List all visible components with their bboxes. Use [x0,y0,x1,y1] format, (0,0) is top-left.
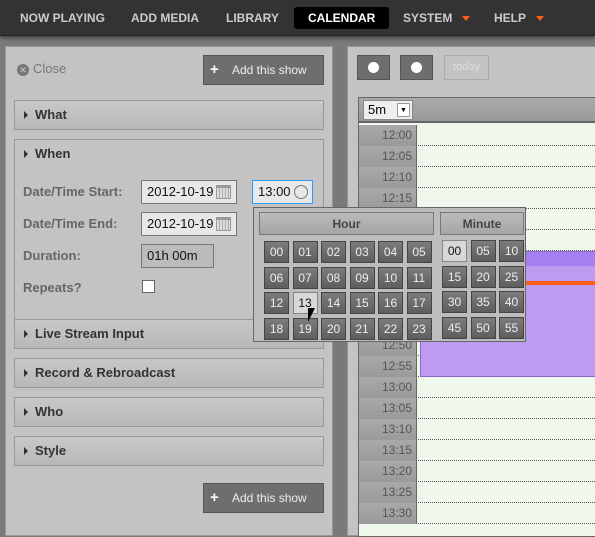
close-button[interactable]: ✕ Close [17,61,66,76]
time-picker-popup: Hour Minute 00 01 02 03 04 05 06 07 08 09 10 11 12 13… [253,207,526,342]
time-slot[interactable]: 13:15 [359,440,595,461]
time-label: 12:05 [359,146,417,167]
hour-option[interactable]: 17 [406,292,432,314]
time-label: 13:00 [359,377,417,398]
minute-option[interactable]: 30 [442,291,467,313]
time-slot[interactable]: 13:00 [359,377,595,398]
dropdown-arrow-icon [536,16,545,22]
calendar-icon[interactable] [216,217,231,231]
start-date-input[interactable]: 2012-10-19 [141,180,237,204]
minute-option[interactable]: 15 [442,265,467,288]
hour-option[interactable]: 06 [264,266,289,289]
hour-option[interactable]: 05 [406,241,432,263]
time-label: 12:55 [359,356,417,377]
hour-option[interactable]: 04 [378,241,403,263]
today-button[interactable]: today [444,55,489,80]
time-slot[interactable]: 12:15 [359,188,595,209]
time-label: 13:10 [359,419,417,440]
nav-add-media[interactable]: ADD MEDIA [118,7,212,29]
chevron-right-icon [411,62,422,73]
calendar-icon[interactable] [216,185,231,199]
hour-option[interactable]: 10 [378,266,403,289]
section-style[interactable]: Style [14,436,324,466]
end-date-input[interactable]: 2012-10-19 [141,212,237,236]
hour-option[interactable]: 02 [321,241,346,263]
top-nav: NOW PLAYING ADD MEDIA LIBRARY CALENDAR S… [0,0,595,36]
hour-option[interactable]: 09 [349,266,375,289]
time-slot[interactable]: 13:30 [359,503,595,524]
nav-library[interactable]: LIBRARY [213,7,292,29]
hour-header: Hour [259,212,434,235]
clock-icon[interactable] [294,185,308,199]
nav-now-playing[interactable]: NOW PLAYING [7,7,118,29]
minute-option[interactable]: 10 [499,240,524,262]
minute-option[interactable]: 00 [442,240,467,262]
time-label: 13:25 [359,482,417,503]
repeats-checkbox[interactable] [142,280,155,293]
minute-option[interactable]: 20 [470,265,496,288]
time-slot[interactable]: 12:10 [359,167,595,188]
start-label: Date/Time Start: [23,184,123,199]
dropdown-arrow-icon: ▼ [397,103,410,117]
minute-option[interactable]: 55 [499,316,524,339]
interval-select[interactable]: 5m ▼ [363,100,413,120]
time-label: 12:15 [359,188,417,209]
hour-option[interactable]: 11 [406,266,432,289]
time-slot[interactable]: 12:00 [359,125,595,146]
time-label: 13:05 [359,398,417,419]
hour-option[interactable]: 23 [406,317,432,340]
minute-option[interactable]: 40 [499,291,524,313]
repeats-label: Repeats? [23,280,82,295]
minute-option[interactable]: 25 [499,265,524,288]
section-what[interactable]: What [14,100,324,130]
end-label: Date/Time End: [23,216,118,231]
start-time-input[interactable]: 13:00 [252,180,313,204]
hour-option[interactable]: 12 [264,292,289,314]
time-slot[interactable]: 13:25 [359,482,595,503]
mouse-cursor-icon [308,308,315,322]
nav-system[interactable]: SYSTEM [390,7,483,29]
nav-calendar[interactable]: CALENDAR [294,7,390,29]
nav-help[interactable]: HELP [481,7,557,29]
hour-option[interactable]: 21 [349,317,375,340]
hour-option[interactable]: 01 [292,241,318,263]
chevron-left-icon [368,62,379,73]
time-label: 12:00 [359,125,417,146]
duration-label: Duration: [23,248,81,263]
time-slot[interactable]: 12:05 [359,146,595,167]
time-label: 13:20 [359,461,417,482]
hour-option[interactable]: 07 [292,266,318,289]
section-record-rebroadcast[interactable]: Record & Rebroadcast [14,358,324,388]
hour-option[interactable]: 00 [264,241,289,263]
plus-icon: + [210,489,219,506]
close-icon: ✕ [17,64,29,76]
minute-option[interactable]: 35 [470,291,496,313]
minute-option[interactable]: 45 [442,316,467,339]
minute-option[interactable]: 50 [470,316,496,339]
time-slot[interactable]: 13:05 [359,398,595,419]
hour-option[interactable]: 18 [264,317,289,340]
duration-field: 01h 00m [141,244,214,268]
minute-option[interactable]: 05 [470,240,496,262]
hour-option[interactable]: 08 [321,266,346,289]
next-button[interactable] [400,55,433,80]
plus-icon: + [210,61,219,78]
dropdown-arrow-icon [462,16,471,22]
hour-option[interactable]: 03 [349,241,375,263]
time-slot[interactable]: 13:10 [359,419,595,440]
hour-option[interactable]: 15 [349,292,375,314]
hour-option[interactable]: 16 [378,292,403,314]
hour-option[interactable]: 14 [321,292,346,314]
add-show-button-bottom[interactable]: + Add this show [203,483,324,513]
add-show-button-top[interactable]: + Add this show [203,55,324,85]
time-label: 13:30 [359,503,417,524]
time-label: 12:10 [359,167,417,188]
prev-button[interactable] [357,55,390,80]
time-slot[interactable]: 13:20 [359,461,595,482]
hour-option[interactable]: 22 [378,317,403,340]
hour-option[interactable]: 20 [321,317,346,340]
minute-header: Minute [440,212,524,235]
time-label: 13:15 [359,440,417,461]
section-who[interactable]: Who [14,397,324,427]
